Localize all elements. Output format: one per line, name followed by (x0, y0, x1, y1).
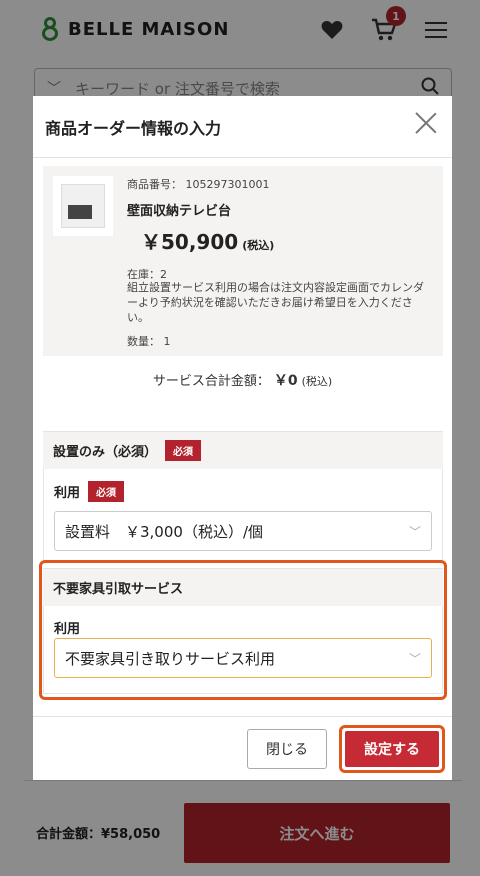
modal-title: 商品オーダー情報の入力 (45, 118, 222, 138)
close-button[interactable]: 閉じる (247, 729, 327, 769)
service-total-value: ￥0 (273, 373, 298, 389)
pickup-usage-select[interactable]: 不要家具引き取りサービス利用 ﹀ (54, 638, 432, 678)
price-tax-note: (税込) (242, 239, 275, 252)
section-pickup-body: 利用 不要家具引き取りサービス利用 ﹀ (43, 606, 443, 694)
product-name: 壁面収納テレビ台 (127, 204, 232, 219)
usage-label-text: 利用 (54, 622, 81, 637)
chevron-down-icon: ﹀ (408, 524, 421, 539)
required-badge: 必須 (88, 481, 125, 502)
pickup-selected-value: 不要家具引き取りサービス利用 (65, 649, 276, 668)
service-total-tax: (税込) (301, 375, 333, 388)
product-summary: 商品番号： 105297301001 壁面収納テレビ台 ￥50,900 (税込)… (43, 166, 443, 356)
installation-usage-select[interactable]: 設置料 ￥3,000（税込）/個 ﹀ (54, 511, 432, 551)
service-total-label: サービス合計金額： (152, 374, 270, 389)
chevron-down-icon: ﹀ (408, 651, 421, 666)
section-installation-body: 利用 必須 設置料 ￥3,000（税込）/個 ﹀ (43, 469, 443, 561)
price-value: ￥50,900 (141, 230, 239, 254)
product-note: 組立設置サービス利用の場合は注文内容設定画面でカレンダーより予約状況を確認いただ… (127, 281, 424, 324)
close-icon[interactable] (414, 111, 438, 135)
required-badge: 必須 (165, 440, 202, 461)
installation-usage-label: 利用 必須 (54, 481, 125, 502)
confirm-button[interactable]: 設定する (345, 731, 439, 767)
product-quantity: 数量： 1 (127, 335, 171, 348)
product-number: 商品番号： 105297301001 (127, 178, 270, 191)
service-total: サービス合計金額： ￥0 (税込) (33, 370, 452, 390)
installation-selected-value: 設置料 ￥3,000（税込）/個 (65, 522, 263, 541)
section-installation-header: 設置のみ（必須） 必須 (43, 431, 443, 469)
product-image (53, 176, 113, 236)
section-pickup-header: 不要家具引取サービス (43, 568, 443, 606)
modal-header: 商品オーダー情報の入力 (33, 96, 452, 158)
usage-label-text: 利用 (54, 486, 81, 501)
modal-footer: 閉じる 設定する (33, 716, 452, 780)
pickup-usage-label: 利用 (54, 618, 80, 637)
confirm-button-highlight: 設定する (339, 725, 445, 773)
section-pickup-title: 不要家具引取サービス (53, 582, 184, 597)
section-installation-title: 設置のみ（必須） (53, 445, 158, 460)
product-price: ￥50,900 (税込) (141, 226, 274, 255)
order-info-modal: 商品オーダー情報の入力 商品番号： 105297301001 壁面収納テレビ台 … (33, 96, 452, 780)
